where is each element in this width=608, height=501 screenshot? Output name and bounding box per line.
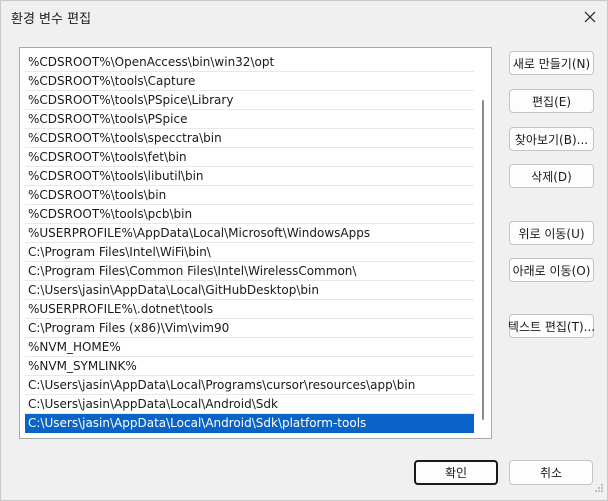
close-button[interactable]: [573, 1, 607, 33]
title-bar[interactable]: 환경 변수 편집: [1, 1, 607, 35]
edit-text-button[interactable]: 텍스트 편집(T)...: [508, 314, 595, 338]
scrollbar-thumb[interactable]: [482, 100, 484, 420]
list-item[interactable]: C:\Program Files\Common Files\Intel\Wire…: [25, 262, 474, 281]
move-down-button[interactable]: 아래로 이동(O): [509, 258, 594, 282]
edit-environment-variable-dialog: 환경 변수 편집 %CDSROOT%\OpenAccess\bin\win32\…: [0, 0, 608, 501]
list-item[interactable]: %CDSROOT%\tools\libutil\bin: [25, 167, 474, 186]
list-item[interactable]: C:\Users\jasin\AppData\Local\Android\Sdk: [25, 395, 474, 414]
cancel-button[interactable]: 취소: [509, 460, 593, 485]
list-item[interactable]: %NVM_HOME%: [25, 338, 474, 357]
new-button[interactable]: 새로 만들기(N): [509, 51, 594, 75]
list-item[interactable]: %CDSROOT%\OpenAccess\bin\win32\opt: [25, 53, 474, 72]
list-item[interactable]: C:\Users\jasin\AppData\Local\GitHubDeskt…: [25, 281, 474, 300]
edit-button[interactable]: 편집(E): [509, 89, 594, 113]
list-item[interactable]: C:\Users\jasin\AppData\Local\Programs\cu…: [25, 376, 474, 395]
resize-grip-icon[interactable]: [594, 478, 604, 497]
move-up-button[interactable]: 위로 이동(U): [509, 221, 594, 245]
list-item[interactable]: %CDSROOT%\tools\bin: [25, 186, 474, 205]
list-item-selected[interactable]: C:\Users\jasin\AppData\Local\Android\Sdk…: [25, 414, 474, 433]
list-item[interactable]: %CDSROOT%\tools\PSpice\Library: [25, 91, 474, 110]
close-icon: [584, 8, 596, 27]
browse-button[interactable]: 찾아보기(B)...: [509, 127, 594, 151]
list-item[interactable]: C:\Program Files (x86)\Vim\vim90: [25, 319, 474, 338]
ok-button[interactable]: 확인: [414, 460, 498, 485]
list-item[interactable]: %CDSROOT%\tools\Capture: [25, 72, 474, 91]
list-item[interactable]: %CDSROOT%\tools\PSpice: [25, 110, 474, 129]
list-item[interactable]: %NVM_SYMLINK%: [25, 357, 474, 376]
dialog-title: 환경 변수 편집: [11, 12, 92, 27]
list-item[interactable]: C:\Program Files\Intel\WiFi\bin\: [25, 243, 474, 262]
list-item[interactable]: %CDSROOT%\tools\specctra\bin: [25, 129, 474, 148]
list-item[interactable]: %CDSROOT%\tools\fet\bin: [25, 148, 474, 167]
path-list[interactable]: %CDSROOT%\OpenAccess\bin\win32\opt %CDSR…: [19, 47, 492, 439]
delete-button[interactable]: 삭제(D): [509, 164, 594, 188]
list-item[interactable]: %USERPROFILE%\AppData\Local\Microsoft\Wi…: [25, 224, 474, 243]
list-item[interactable]: %CDSROOT%\tools\pcb\bin: [25, 205, 474, 224]
list-item[interactable]: %USERPROFILE%\.dotnet\tools: [25, 300, 474, 319]
